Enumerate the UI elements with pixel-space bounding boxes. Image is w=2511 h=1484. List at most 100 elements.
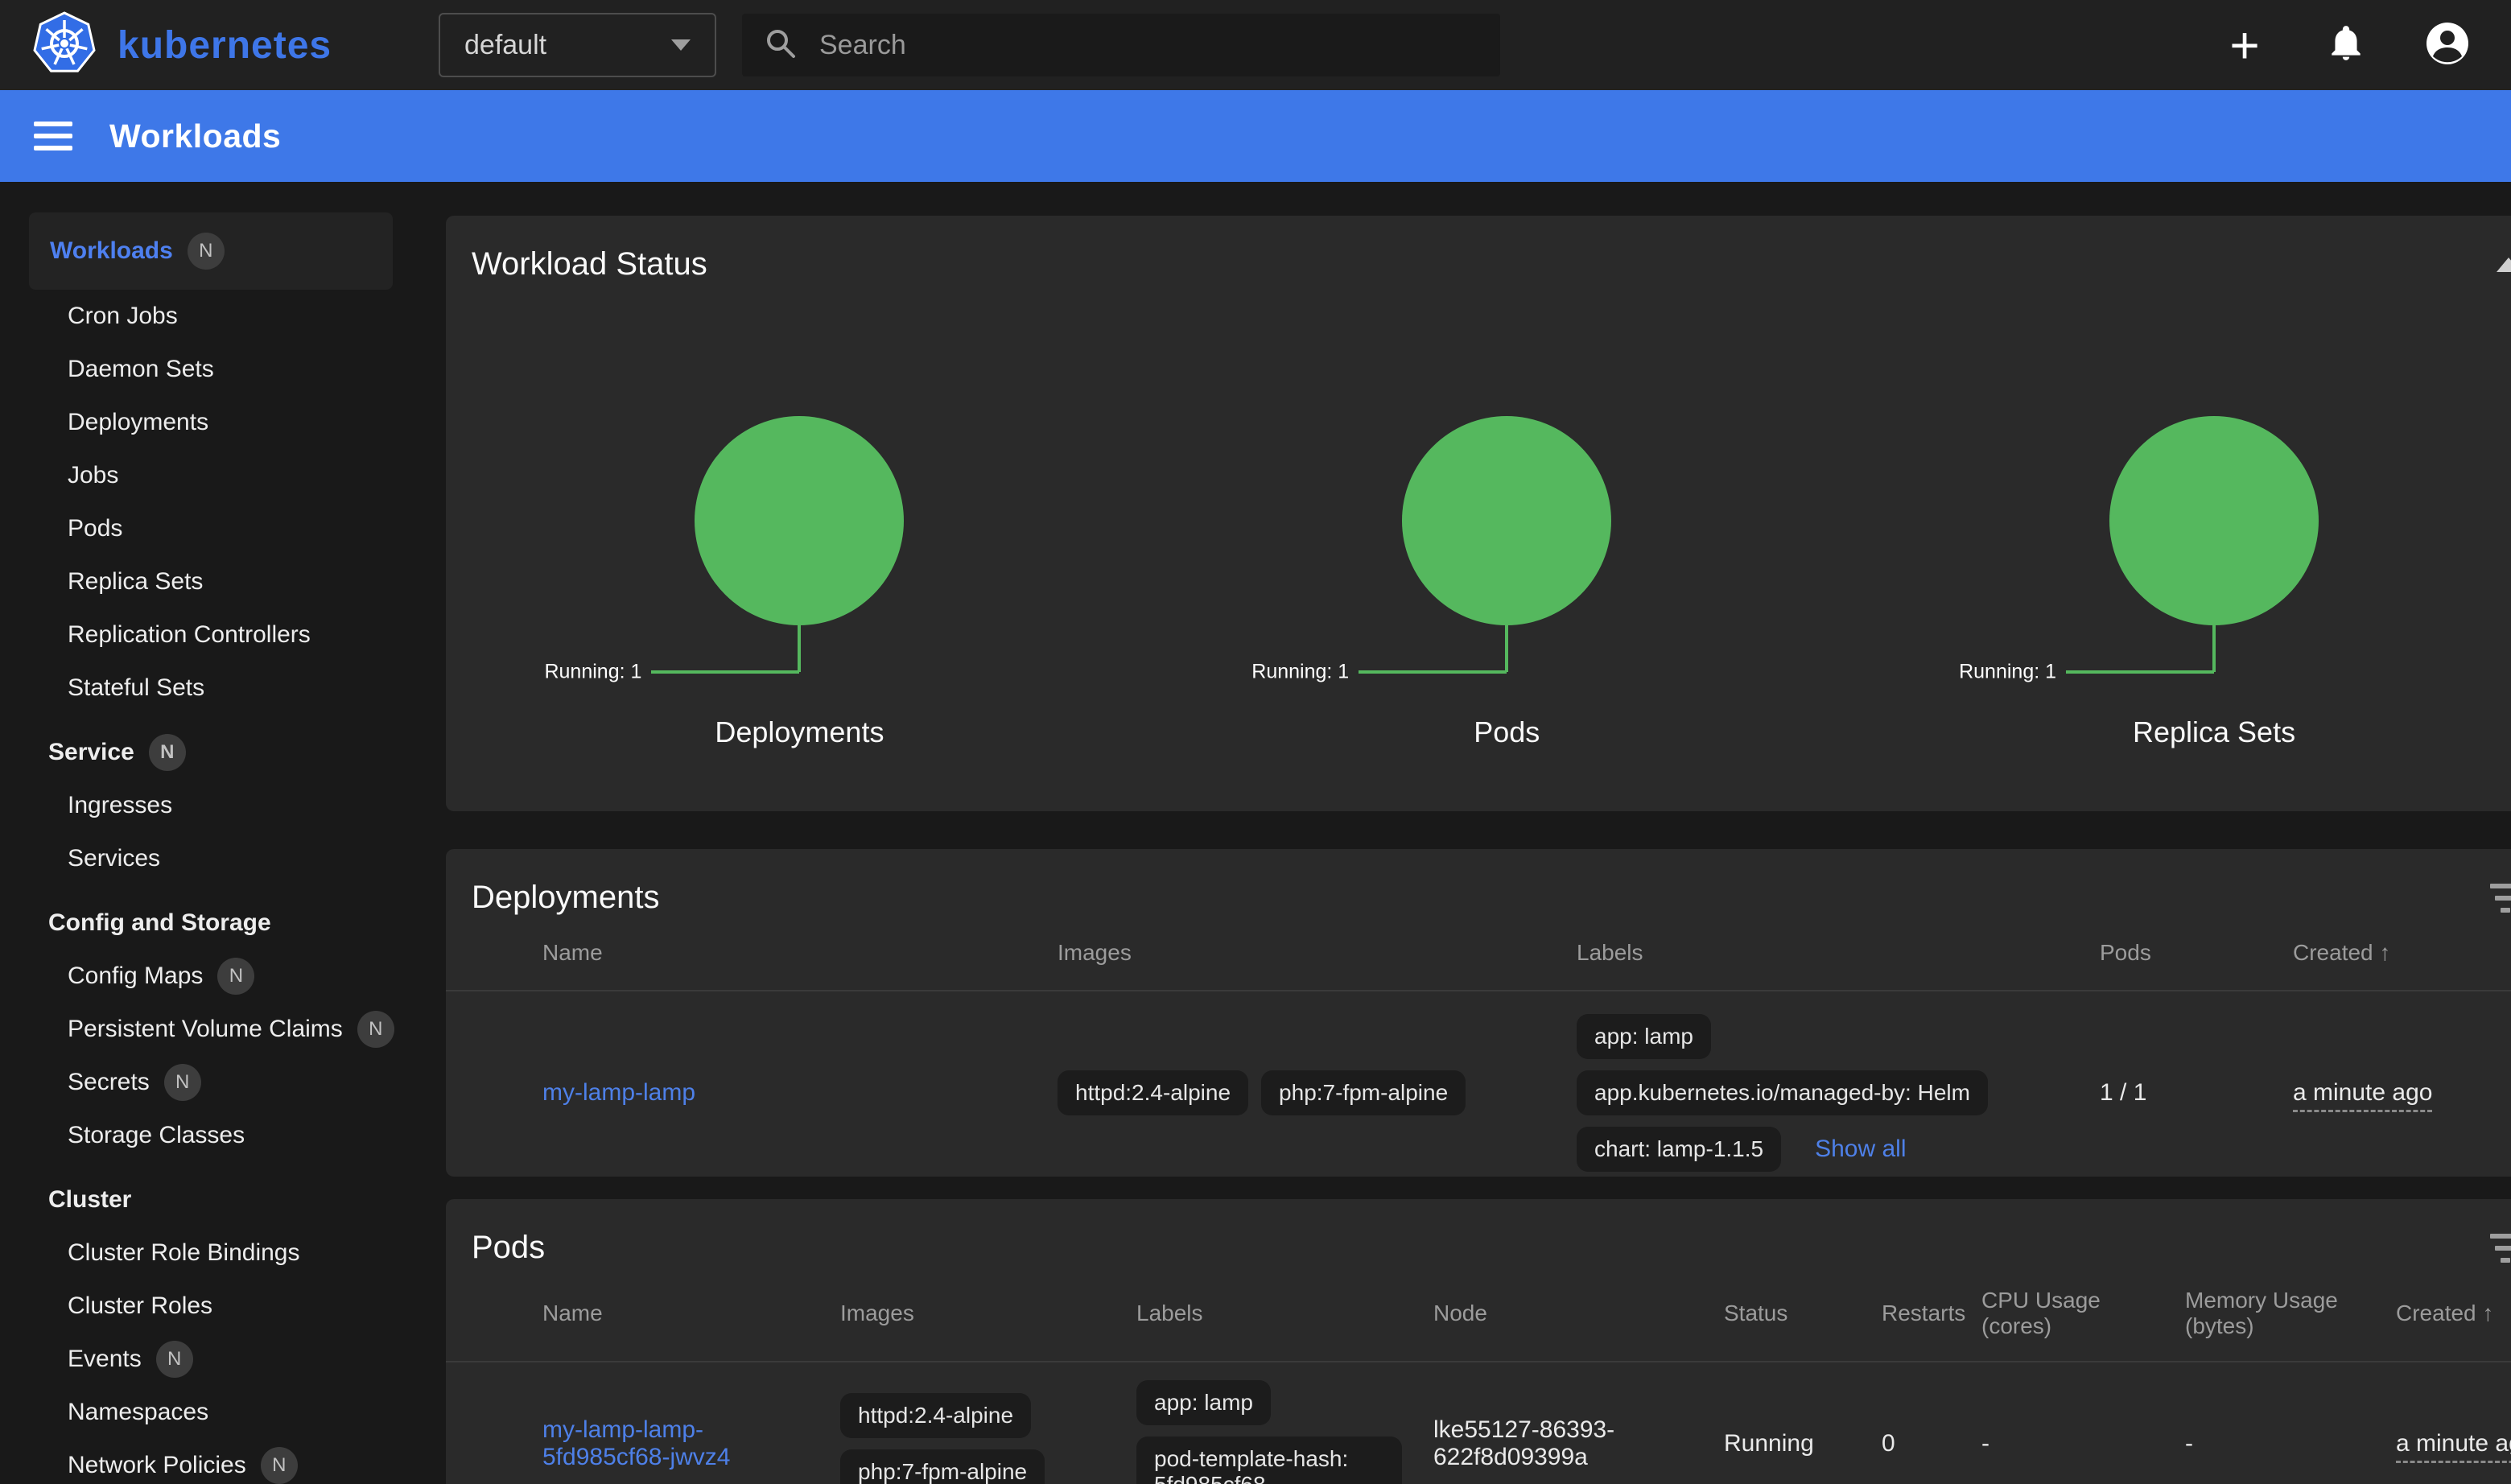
label-chip: chart: lamp-1.1.5 xyxy=(1577,1127,1781,1172)
table-row: my-lamp-lamp-5fd985cf68-jwvz4 httpd:2.4-… xyxy=(446,1361,2511,1484)
user-avatar-icon xyxy=(2425,21,2470,70)
label-chip: app: lamp xyxy=(1577,1014,1711,1059)
image-chip: httpd:2.4-alpine xyxy=(1058,1070,1248,1115)
label-chip: app: lamp xyxy=(1136,1380,1271,1425)
namespaced-badge: N xyxy=(261,1447,298,1484)
deployments-table-header: Name Images Labels Pods Created ↑ xyxy=(446,916,2511,990)
restarts-count: 0 xyxy=(1882,1430,1981,1457)
sidebar-item-services[interactable]: Services xyxy=(0,832,418,885)
create-resource-button[interactable]: + xyxy=(2216,17,2273,73)
pie-annotation: Running: 1 xyxy=(1251,661,1349,684)
sidebar-item-stateful-sets[interactable]: Stateful Sets xyxy=(0,662,418,715)
chevron-down-icon xyxy=(671,39,691,51)
pod-name-link[interactable]: my-lamp-lamp-5fd985cf68-jwvz4 xyxy=(542,1416,730,1470)
image-chip: httpd:2.4-alpine xyxy=(840,1393,1031,1438)
pod-status: Running xyxy=(1724,1430,1882,1457)
notifications-button[interactable] xyxy=(2318,17,2374,73)
search-icon xyxy=(763,26,798,65)
user-menu-button[interactable] xyxy=(2419,17,2476,73)
namespace-select-value: default xyxy=(464,30,546,61)
column-header-created[interactable]: Created ↑ xyxy=(2293,940,2511,966)
search-input[interactable] xyxy=(819,30,1479,61)
kubernetes-brand-link[interactable]: kubernetes xyxy=(0,11,439,80)
brand-wordmark: kubernetes xyxy=(118,23,332,68)
column-header-images[interactable]: Images xyxy=(840,1301,1136,1326)
pie-annotation: Running: 1 xyxy=(544,661,641,684)
replica-sets-pie-chart: Running: 1 Replica Sets xyxy=(1861,416,2511,749)
sidebar-item-ingresses[interactable]: Ingresses xyxy=(0,779,418,832)
sidebar-item-storage-classes[interactable]: Storage Classes xyxy=(0,1109,418,1162)
pie-title: Deployments xyxy=(446,715,1153,749)
plus-icon: + xyxy=(2229,19,2259,71)
pie-title: Pods xyxy=(1153,715,1861,749)
column-header-cpu[interactable]: CPU Usage (cores) xyxy=(1981,1288,2185,1339)
sidebar-item-daemon-sets[interactable]: Daemon Sets xyxy=(0,343,418,396)
topbar-actions: + xyxy=(2216,17,2511,73)
sidebar-item-cluster-roles[interactable]: Cluster Roles xyxy=(0,1280,418,1333)
sidebar-nav: Workloads N Cron Jobs Daemon Sets Deploy… xyxy=(0,182,418,1484)
table-row: my-lamp-lamp httpd:2.4-alpine php:7-fpm-… xyxy=(446,990,2511,1177)
top-bar: kubernetes default + xyxy=(0,0,2511,90)
namespaced-badge: N xyxy=(217,958,254,995)
column-header-created[interactable]: Created ↑ xyxy=(2396,1301,2511,1326)
sort-ascending-icon: ↑ xyxy=(2482,1301,2493,1325)
sidebar-item-namespaces[interactable]: Namespaces xyxy=(0,1386,418,1439)
namespace-select[interactable]: default xyxy=(439,13,716,77)
collapse-card-icon[interactable] xyxy=(2497,258,2511,272)
sidebar-item-cluster-role-bindings[interactable]: Cluster Role Bindings xyxy=(0,1226,418,1280)
filter-list-icon[interactable] xyxy=(2490,1234,2511,1263)
sidebar-item-deployments[interactable]: Deployments xyxy=(0,396,418,449)
sidebar-item-jobs[interactable]: Jobs xyxy=(0,449,418,502)
sidebar-item-persistent-volume-claims[interactable]: Persistent Volume Claims N xyxy=(0,1003,418,1056)
callout-line xyxy=(798,625,801,672)
kubernetes-logo-icon xyxy=(32,11,97,80)
pie-annotation: Running: 1 xyxy=(1959,661,2056,684)
sidebar-item-cron-jobs[interactable]: Cron Jobs xyxy=(0,290,418,343)
sidebar-item-events[interactable]: Events N xyxy=(0,1333,418,1386)
namespaced-badge: N xyxy=(357,1011,394,1048)
deployments-card: Deployments Name Images Labels Pods Crea… xyxy=(446,849,2511,1177)
sidebar-item-service[interactable]: Service N xyxy=(0,726,418,779)
column-header-labels[interactable]: Labels xyxy=(1136,1301,1433,1326)
sidebar-item-secrets[interactable]: Secrets N xyxy=(0,1056,418,1109)
sidebar-item-config-maps[interactable]: Config Maps N xyxy=(0,950,418,1003)
column-header-restarts[interactable]: Restarts xyxy=(1882,1301,1981,1326)
sidebar-item-replica-sets[interactable]: Replica Sets xyxy=(0,555,418,608)
cpu-usage: - xyxy=(1981,1430,2185,1457)
workload-status-charts: Running: 1 Deployments Running: 1 Pods R… xyxy=(446,416,2511,749)
created-time: a minute ago xyxy=(2293,1079,2432,1112)
column-header-node[interactable]: Node xyxy=(1433,1301,1724,1326)
show-all-labels-link[interactable]: Show all xyxy=(1815,1136,1906,1163)
sidebar-item-workloads[interactable]: Workloads N xyxy=(29,212,393,290)
filter-list-icon[interactable] xyxy=(2490,884,2511,913)
deployment-name-link[interactable]: my-lamp-lamp xyxy=(542,1079,695,1106)
sort-ascending-icon: ↑ xyxy=(2379,940,2390,965)
sidebar-item-config-and-storage[interactable]: Config and Storage xyxy=(0,897,418,950)
column-header-name[interactable]: Name xyxy=(542,940,1058,966)
page-title: Workloads xyxy=(109,117,281,155)
callout-line xyxy=(2066,670,2214,674)
column-header-labels[interactable]: Labels xyxy=(1577,940,2100,966)
pods-table-header: Name Images Labels Node Status Restarts … xyxy=(446,1266,2511,1361)
workload-status-card: Workload Status Running: 1 Deployments R… xyxy=(446,216,2511,811)
pods-title: Pods xyxy=(472,1230,545,1266)
pods-count: 1 / 1 xyxy=(2100,1079,2293,1107)
menu-hamburger-icon[interactable] xyxy=(34,122,72,150)
column-header-name[interactable]: Name xyxy=(542,1301,840,1326)
namespaced-badge: N xyxy=(188,233,225,270)
pie-slice-running xyxy=(695,416,904,625)
column-header-status[interactable]: Status xyxy=(1724,1301,1882,1326)
column-header-memory[interactable]: Memory Usage (bytes) xyxy=(2185,1288,2396,1339)
label-chip: app.kubernetes.io/managed-by: Helm xyxy=(1577,1070,1988,1115)
callout-line xyxy=(1505,625,1508,672)
sidebar-item-pods[interactable]: Pods xyxy=(0,502,418,555)
sidebar-item-replication-controllers[interactable]: Replication Controllers xyxy=(0,608,418,662)
namespaced-badge: N xyxy=(156,1341,193,1378)
sidebar-item-cluster[interactable]: Cluster xyxy=(0,1173,418,1226)
pie-slice-running xyxy=(2109,416,2319,625)
memory-usage: - xyxy=(2185,1430,2396,1457)
image-chip: php:7-fpm-alpine xyxy=(840,1449,1045,1484)
column-header-pods[interactable]: Pods xyxy=(2100,940,2293,966)
sidebar-item-network-policies[interactable]: Network Policies N xyxy=(0,1439,418,1484)
column-header-images[interactable]: Images xyxy=(1058,940,1577,966)
